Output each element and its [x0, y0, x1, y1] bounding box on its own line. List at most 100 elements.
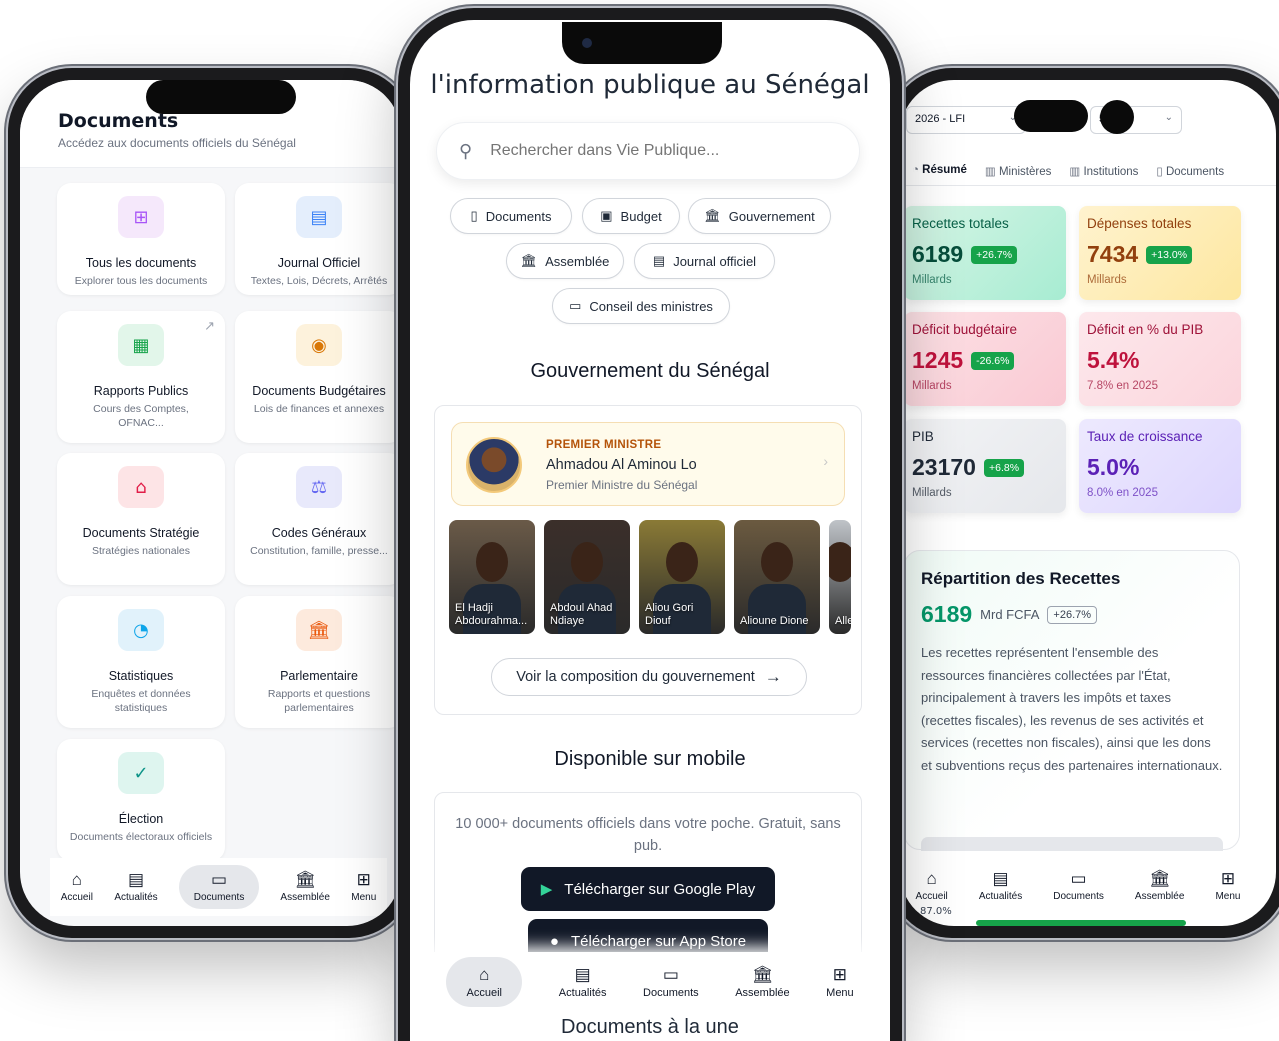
- category-card[interactable]: ⚖ Codes Généraux Constitution, famille, pr…: [235, 453, 401, 585]
- nav-actualits[interactable]: ▤ Actualités: [114, 871, 157, 904]
- phone-documents: Documents Accédez aux documents officiel…: [8, 68, 413, 938]
- camera-cutout: [1100, 100, 1134, 134]
- chip-assembl-e[interactable]: 🏛 Assemblée: [506, 243, 624, 279]
- institution-icon: 🏛: [704, 208, 721, 223]
- minister-card[interactable]: Abdoul Ahad Ndiaye: [544, 520, 630, 634]
- stat-card[interactable]: Déficit budgétaire 1245 -26.6% Millards: [904, 312, 1066, 406]
- briefcase-icon: ▭: [569, 298, 582, 313]
- presentation-icon: ⌂: [118, 466, 164, 508]
- chip-gouvernement[interactable]: 🏛 Gouvernement: [688, 198, 831, 234]
- repartition-value: 6189: [921, 601, 973, 627]
- category-card[interactable]: ⊞ Tous les documents Explorer tous les doc…: [57, 183, 225, 295]
- stat-unit: 8.0% en 2025: [1087, 487, 1158, 499]
- stat-unit: Millards: [912, 487, 952, 499]
- category-card[interactable]: ▤ Journal Officiel Textes, Lois, Décrets, …: [235, 183, 401, 295]
- nav-menu[interactable]: ⊞ Menu: [351, 871, 376, 904]
- nav-actualits[interactable]: ▤ Actualités: [979, 870, 1022, 903]
- government-title: Gouvernement du Sénégal: [530, 360, 770, 382]
- stat-card[interactable]: PIB 23170 +6.8% Millards: [904, 419, 1066, 513]
- nav-accueil[interactable]: ⌂ Accueil: [60, 871, 93, 904]
- camera-lens: [582, 38, 592, 48]
- chip-conseil-des-ministres[interactable]: ▭ Conseil des ministres: [552, 288, 730, 324]
- stat-badge: -26.6%: [971, 351, 1015, 370]
- category-card[interactable]: ◉ Documents Budgétaires Lois de finances e…: [235, 311, 401, 443]
- google-play-button[interactable]: ▶ Télécharger sur Google Play: [521, 867, 775, 911]
- pm-role: PREMIER MINISTRE: [546, 439, 662, 451]
- nav-label: Actualités: [558, 986, 607, 999]
- minister-card[interactable]: El Hadji Abdourahma...: [449, 520, 535, 634]
- year-select[interactable]: 2026 - LFI ⌄: [906, 106, 1026, 134]
- tab-institutions[interactable]: ▥ Institutions: [1051, 150, 1138, 185]
- nav-assemble[interactable]: 🏛 Assemblée: [1135, 870, 1184, 903]
- chip-label: Assemblée: [545, 253, 610, 269]
- category-card[interactable]: 🏛 Parlementaire Rapports et questions parl…: [235, 596, 401, 728]
- nav-menu[interactable]: ⊞ Menu: [1215, 870, 1240, 903]
- nav-documents[interactable]: ▭ Documents: [1053, 870, 1104, 903]
- prime-minister-card[interactable]: PREMIER MINISTRE Ahmadou Al Aminou Lo Pr…: [451, 422, 845, 506]
- category-card[interactable]: ✓ Élection Documents électoraux officiels: [57, 739, 225, 861]
- news-icon: ▤: [574, 964, 591, 984]
- category-description: Stratégies nationales: [91, 545, 191, 557]
- institution-icon: ▥: [1069, 166, 1084, 178]
- stat-title: Recettes totales: [912, 216, 1009, 231]
- home-icon: ⌂: [926, 869, 937, 888]
- nav-accueil[interactable]: ⌂ Accueil: [446, 957, 523, 1007]
- stat-value: 5.4%: [1087, 347, 1140, 373]
- tab-ministres[interactable]: ▥ Ministères: [967, 150, 1051, 185]
- dynamic-island: [1014, 100, 1088, 132]
- minister-photo: [476, 542, 508, 582]
- tab-rsum[interactable]: ◔ Résumé: [900, 150, 967, 185]
- page-title: l'information publique au Sénégal: [430, 70, 870, 100]
- view-government-button[interactable]: Voir la composition du gouvernement →: [491, 658, 807, 696]
- home-icon: ⌂: [479, 964, 490, 984]
- search-bar[interactable]: ⚲: [436, 122, 860, 180]
- category-description: Rapports et questions parlementaires: [267, 688, 371, 714]
- category-title: Rapports Publics: [93, 384, 189, 398]
- nav-assemble[interactable]: 🏛 Assemblée: [280, 871, 329, 904]
- featured-documents-title: Documents à la une: [561, 1016, 739, 1038]
- document-icon: ▯: [1156, 166, 1166, 178]
- nav-documents[interactable]: ▭ Documents: [179, 865, 260, 909]
- search-input[interactable]: [490, 142, 821, 160]
- category-card[interactable]: ◔ Statistiques Enquêtes et données statist…: [57, 596, 225, 728]
- tab-documents[interactable]: ▯ Documents: [1138, 150, 1224, 185]
- home-screen: l'information publique au Sénégal ⚲ ▯ Doc…: [410, 20, 890, 1041]
- stat-card[interactable]: Taux de croissance 5.0% 8.0% en 2025: [1079, 419, 1241, 513]
- category-card[interactable]: ▦ Rapports Publics Cours des Comptes, OFNA…: [57, 311, 225, 443]
- category-description: Explorer tous les documents: [74, 275, 208, 287]
- search-icon: ⚲: [459, 140, 473, 161]
- stat-card[interactable]: Recettes totales 6189 +26.7% Millards: [904, 206, 1066, 300]
- chip-journal-officiel[interactable]: ▤ Journal officiel: [634, 243, 775, 279]
- mobile-description: 10 000+ documents officiels dans votre p…: [455, 816, 841, 854]
- nav-assemble[interactable]: 🏛 Assemblée: [735, 964, 789, 999]
- institution-icon: 🏛: [751, 964, 774, 984]
- year-select-value: 2026 - LFI: [915, 113, 966, 125]
- chip-documents[interactable]: ▯ Documents: [450, 198, 572, 234]
- nav-menu[interactable]: ⊞ Menu: [826, 965, 854, 999]
- page-subtitle: Accédez aux documents officiels du Sénég…: [58, 136, 296, 150]
- chip-label: Journal officiel: [673, 253, 757, 269]
- minister-photo: [666, 542, 698, 582]
- newspaper-icon: ▤: [652, 253, 666, 268]
- minister-card[interactable]: Aliou Gori Diouf: [639, 520, 725, 634]
- minister-card[interactable]: Alioune Dione: [734, 520, 820, 634]
- nav-documents[interactable]: ▭ Documents: [643, 965, 699, 999]
- minister-card[interactable]: Alle: [829, 520, 851, 634]
- chip-budget[interactable]: ▣ Budget: [582, 198, 680, 234]
- budget-screen: 2026 - LFI⌄ 5 -⌄ ◔ Résumé▥ Ministères▥ I…: [900, 80, 1276, 926]
- budget-tabs: ◔ Résumé ▥ Ministères ▥ Institutions ▯ Docu…: [900, 150, 1276, 186]
- nav-label: Accueil: [60, 892, 93, 903]
- nav-accueil[interactable]: ⌂ Accueil: [915, 869, 948, 903]
- stat-card[interactable]: Déficit en % du PIB 5.4% 7.8% en 2025: [1079, 312, 1241, 406]
- nav-label: Accueil: [915, 891, 948, 902]
- category-title: Élection: [118, 812, 164, 826]
- stat-value: 6189: [912, 241, 964, 267]
- stat-card[interactable]: Dépenses totales 7434 +13.0% Millards: [1079, 206, 1241, 300]
- minister-name: Abdoul Ahad Ndiaye: [550, 602, 613, 627]
- category-card[interactable]: ⌂ Documents Stratégie Stratégies nationale…: [57, 453, 225, 585]
- stat-title: PIB: [912, 429, 934, 444]
- minister-name: Alle: [835, 615, 851, 627]
- nav-actualits[interactable]: ▤ Actualités: [558, 964, 607, 999]
- money-icon: ▣: [600, 208, 613, 223]
- documents-screen: Documents Accédez aux documents officiel…: [20, 80, 401, 926]
